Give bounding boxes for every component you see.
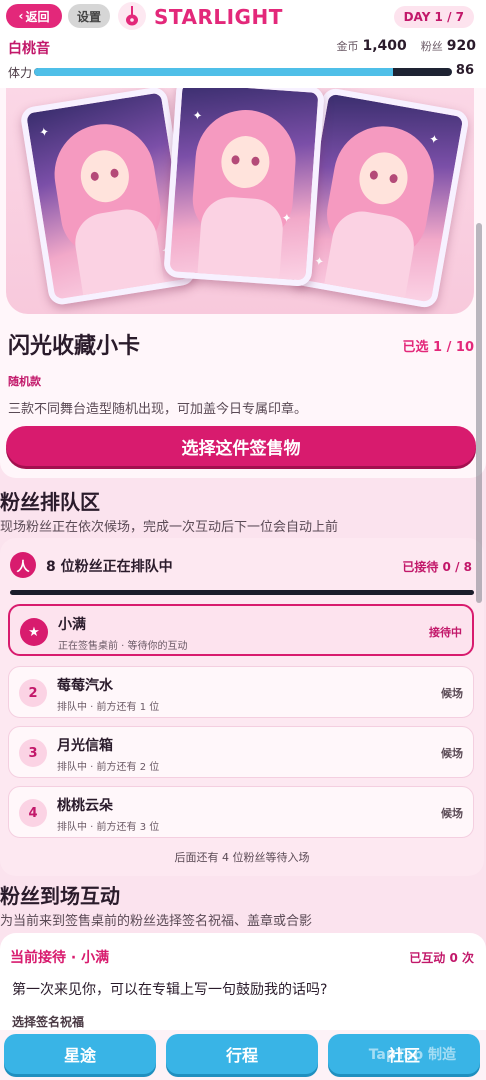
queue-more-text: 后面还有 4 位粉丝等待入场	[174, 851, 310, 864]
interaction-section-title: 粉丝到场互动	[0, 884, 120, 908]
queue-item[interactable]: 2 莓莓汽水 排队中 · 前方还有 1 位 候场	[8, 666, 474, 718]
fan-name: 莓莓汽水	[57, 678, 113, 694]
day-badge: DAY 1 / 7	[393, 6, 474, 28]
product-artwork: ✦ ✦ ✦ ✦ ✦ ✦	[6, 88, 474, 314]
back-button[interactable]: ‹ 返回	[6, 4, 62, 28]
fan-status: 排队中 · 前方还有 1 位	[57, 702, 160, 713]
queue-progress-bar	[10, 590, 474, 595]
settings-button[interactable]: 设置	[68, 4, 110, 28]
chevron-left-icon: ‹	[18, 9, 24, 23]
fan-status: 排队中 · 前方还有 3 位	[57, 822, 160, 833]
fan-name: 月光信箱	[57, 738, 113, 754]
stamina-value: 86	[455, 63, 474, 78]
queue-position: 2	[19, 679, 47, 707]
watermark: TapTap 制造	[368, 1047, 456, 1063]
selection-count: 已选 1 / 10	[402, 340, 474, 355]
star-icon: ★	[20, 618, 48, 646]
fan-state-badge: 候场	[441, 747, 463, 760]
photo-card-image: ✦ ✦	[163, 88, 325, 287]
currency-stats: 金币 1,400 粉丝 920	[336, 38, 476, 54]
fan-request-text: 第一次来见你，可以在专辑上写一句鼓励我的话吗?	[12, 982, 328, 998]
scrollbar-thumb[interactable]	[476, 223, 482, 603]
queue-item[interactable]: ★ 小满 正在签售桌前 · 等待你的互动 接待中	[8, 604, 474, 656]
fan-status: 正在签售桌前 · 等待你的互动	[58, 641, 188, 652]
queue-section-title: 粉丝排队区	[0, 490, 100, 514]
served-count: 已接待 0 / 8	[402, 560, 472, 574]
fan-state-badge: 接待中	[429, 626, 462, 639]
fans-label: 粉丝	[420, 40, 443, 53]
product-card: ✦ ✦ ✦ ✦ ✦ ✦ 闪光收藏小卡 已选 1 / 10 随机款 三款不同舞台造型随机…	[0, 88, 486, 478]
top-bar: ‹ 返回 设置 STARLIGHT DAY 1 / 7 白桃音 金币 1,400…	[0, 0, 486, 88]
queue-position: 4	[19, 799, 47, 827]
queue-panel: 人 8 位粉丝正在排队中 已接待 0 / 8 ★ 小满 正在签售桌前 · 等待你…	[0, 538, 484, 876]
stamina-bar-fill	[34, 68, 394, 76]
fan-name: 桃桃云朵	[57, 798, 113, 814]
interaction-count: 已互动 0 次	[409, 951, 474, 965]
coins-value: 1,400	[362, 38, 407, 54]
queue-section-desc: 现场粉丝正在依次候场，完成一次互动后下一位会自动上前	[0, 520, 339, 535]
blessing-select-label: 选择签名祝福	[12, 1015, 85, 1029]
person-icon: 人	[10, 552, 36, 578]
bottom-nav: 星途 行程 社区 TapTap 制造	[0, 1030, 486, 1080]
nav-tab-schedule[interactable]: 行程	[166, 1034, 318, 1074]
queue-position: 3	[19, 739, 47, 767]
current-fan-title: 当前接待 · 小满	[10, 950, 110, 966]
select-item-button[interactable]: 选择这件签售物	[6, 426, 476, 466]
app-title: STARLIGHT	[154, 5, 283, 29]
product-description: 三款不同舞台造型随机出现，可加盖今日专属印章。	[8, 402, 308, 417]
back-label: 返回	[25, 9, 50, 24]
player-name: 白桃音	[8, 41, 50, 57]
queue-count-text: 8 位粉丝正在排队中	[46, 559, 173, 575]
fan-state-badge: 候场	[441, 807, 463, 820]
guitar-icon	[118, 2, 146, 30]
fan-status: 排队中 · 前方还有 2 位	[57, 762, 160, 773]
interaction-section-desc: 为当前来到签售桌前的粉丝选择签名祝福、盖章或合影	[0, 914, 313, 929]
coins-label: 金币	[336, 40, 359, 53]
nav-tab-star-road[interactable]: 星途	[4, 1034, 156, 1074]
queue-item[interactable]: 4 桃桃云朵 排队中 · 前方还有 3 位 候场	[8, 786, 474, 838]
main-scroll-area[interactable]: ✦ ✦ ✦ ✦ ✦ ✦ 闪光收藏小卡 已选 1 / 10 随机款 三款不同舞台造型随机…	[0, 88, 486, 1030]
stamina-label: 体力	[8, 66, 33, 80]
product-title: 闪光收藏小卡	[8, 334, 141, 359]
fan-state-badge: 候场	[441, 687, 463, 700]
queue-item[interactable]: 3 月光信箱 排队中 · 前方还有 2 位 候场	[8, 726, 474, 778]
interaction-panel: 当前接待 · 小满 已互动 0 次 第一次来见你，可以在专辑上写一句鼓励我的话吗…	[0, 933, 486, 1030]
stamina-bar	[34, 68, 452, 76]
fans-value: 920	[446, 38, 476, 54]
product-tag: 随机款	[8, 375, 41, 388]
fan-name: 小满	[58, 617, 86, 633]
